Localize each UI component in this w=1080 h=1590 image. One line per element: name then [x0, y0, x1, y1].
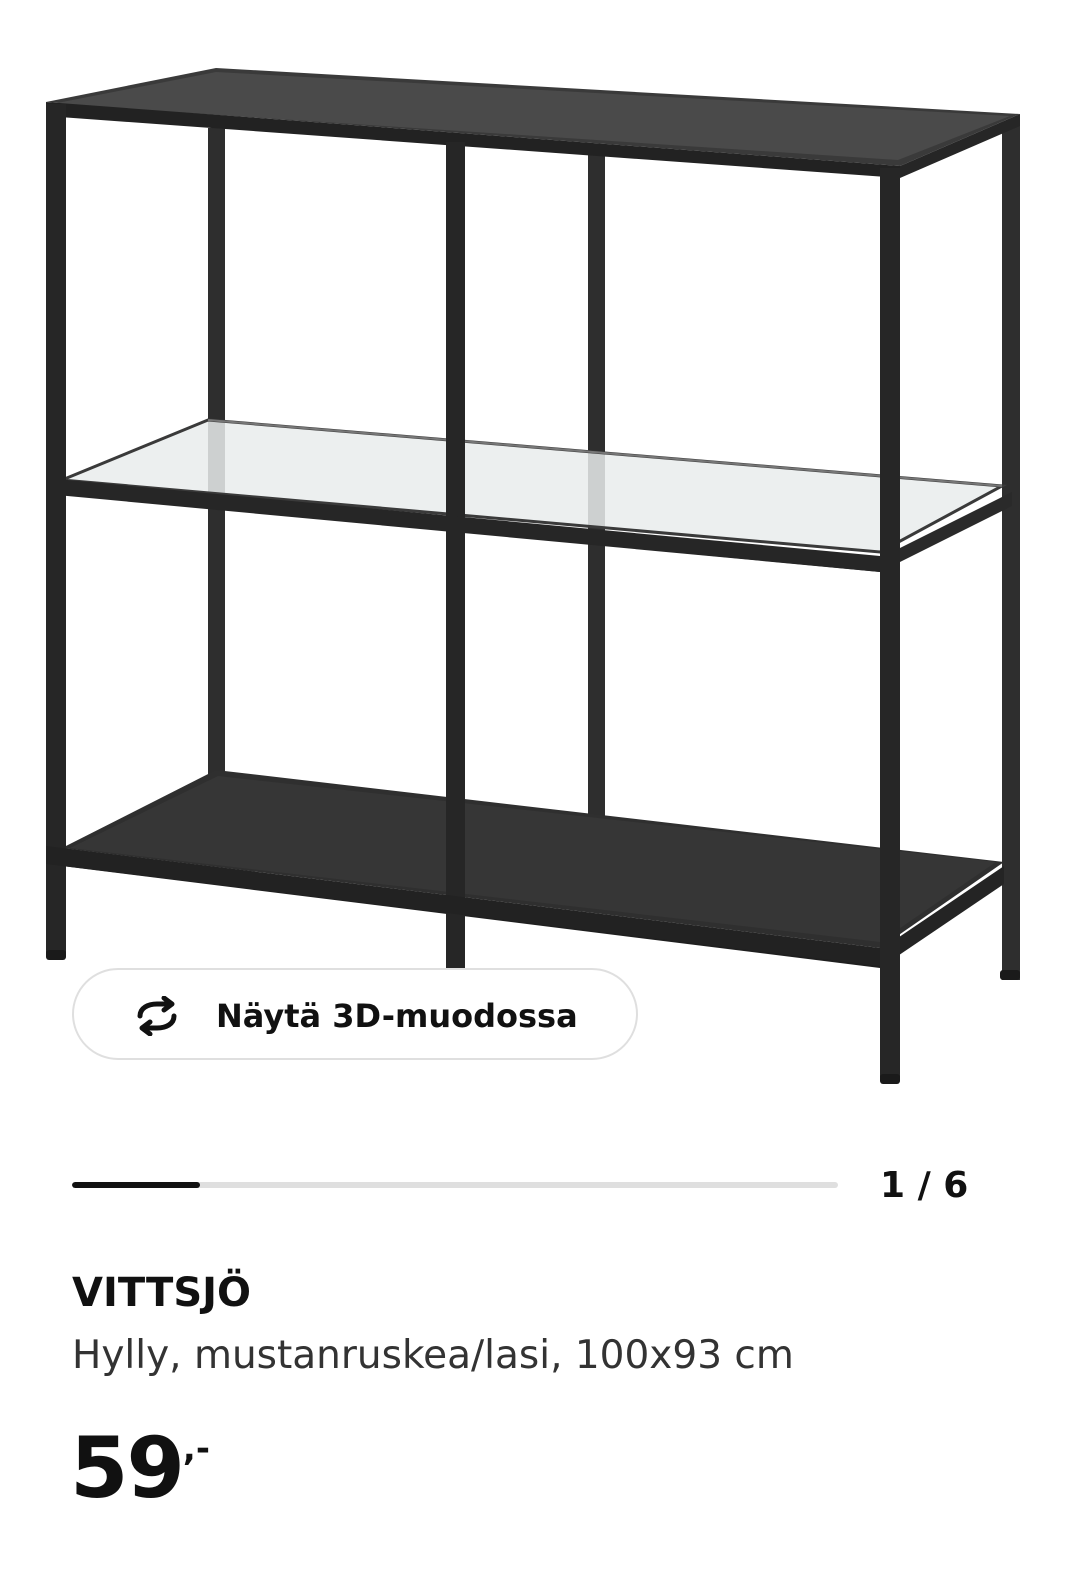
rotate-3d-icon	[137, 996, 177, 1036]
view-3d-label: Näytä 3D-muodossa	[216, 997, 578, 1035]
price-decimal: ,-	[182, 1429, 210, 1469]
shelf-top-panel	[46, 68, 1020, 178]
gallery-page-indicator: 1 / 6	[880, 1165, 969, 1206]
view-3d-button[interactable]: Näytä 3D-muodossa	[72, 968, 638, 1060]
price-integer: 59	[70, 1419, 185, 1517]
product-image[interactable]	[0, 0, 1080, 1100]
gallery-progress-fill	[72, 1182, 200, 1188]
gallery-progress-bar[interactable]	[72, 1182, 838, 1188]
product-price: 59,-	[70, 1418, 210, 1518]
product-description: Hylly, mustanruskea/lasi, 100x93 cm	[72, 1333, 794, 1378]
product-name[interactable]: VITTSJÖ	[72, 1268, 251, 1318]
